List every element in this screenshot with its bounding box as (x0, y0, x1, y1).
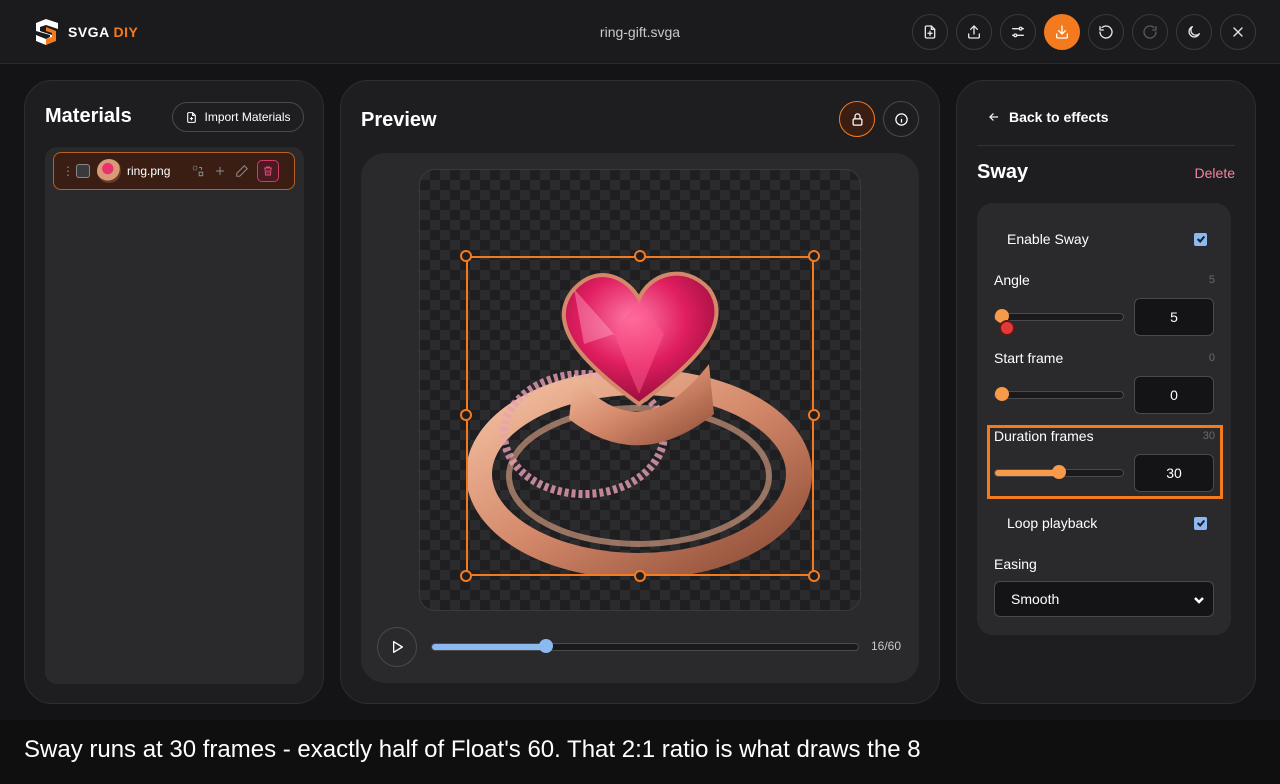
upload-button[interactable] (956, 14, 992, 50)
angle-label: Angle (994, 272, 1030, 288)
play-icon (393, 641, 403, 653)
start-frame-slider-knob[interactable] (995, 387, 1009, 401)
timeline-slider[interactable] (431, 639, 859, 653)
materials-title: Materials (45, 105, 132, 127)
upload-icon (968, 25, 980, 39)
theme-toggle-button[interactable] (1176, 14, 1212, 50)
easing-selected-value: Smooth (1011, 591, 1060, 607)
materials-panel: Materials Import Materials ⋮⋮ ring.png (24, 80, 324, 704)
trash-icon (264, 166, 272, 176)
info-button[interactable] (883, 101, 919, 137)
download-icon (1056, 25, 1068, 39)
timeline-knob[interactable] (539, 639, 554, 653)
import-materials-button[interactable]: Import Materials (172, 102, 304, 132)
angle-input[interactable]: 5 (1134, 298, 1214, 336)
material-thumbnail (97, 159, 121, 183)
add-icon[interactable] (213, 164, 227, 178)
back-to-effects-link[interactable]: Back to effects (987, 109, 1109, 125)
resize-handle[interactable] (634, 570, 646, 582)
settings-button[interactable] (1000, 14, 1036, 50)
top-bar: SVGA DIY ring-gift.svga (0, 0, 1280, 64)
duration-frames-input[interactable]: 30 (1134, 454, 1214, 492)
divider (977, 145, 1235, 146)
resize-handle[interactable] (808, 570, 820, 582)
start-frame-value: 0 (1208, 352, 1215, 364)
loop-playback-row[interactable]: Loop playback (1007, 515, 1207, 531)
replace-icon[interactable] (191, 164, 205, 178)
list-item[interactable]: ⋮⋮ ring.png (53, 152, 295, 190)
easing-select[interactable]: Smooth (994, 581, 1214, 617)
loop-playback-checkbox[interactable] (1194, 516, 1207, 530)
check-icon (1196, 519, 1205, 528)
effects-panel: Back to effects Sway Delete Enable Sway … (956, 80, 1256, 704)
redo-button[interactable] (1132, 14, 1168, 50)
lock-icon (852, 112, 862, 126)
import-materials-label: Import Materials (204, 110, 291, 124)
enable-sway-checkbox[interactable] (1194, 232, 1207, 246)
info-icon (894, 112, 908, 126)
easing-label: Easing (994, 556, 1037, 572)
resize-handle[interactable] (808, 250, 820, 262)
resize-handle[interactable] (460, 250, 472, 262)
duration-slider-fill (995, 470, 1059, 476)
check-icon (1196, 235, 1205, 244)
undo-button[interactable] (1088, 14, 1124, 50)
preview-canvas[interactable] (419, 169, 861, 611)
frame-counter: 16/60 (871, 639, 902, 653)
duration-slider-knob[interactable] (1051, 465, 1066, 479)
resize-handle[interactable] (634, 250, 646, 262)
angle-slider[interactable] (994, 309, 1124, 323)
chevron-down-icon (1194, 597, 1204, 604)
loop-playback-label: Loop playback (1007, 515, 1098, 531)
caption-bar: Sway runs at 30 frames - exactly half of… (0, 720, 1280, 784)
duration-frames-label: Duration frames (994, 428, 1094, 444)
arrow-left-icon (989, 113, 999, 121)
settings-sliders-icon (1012, 26, 1024, 38)
timeline-progress (432, 644, 547, 650)
lock-button[interactable] (839, 101, 875, 137)
resize-handle[interactable] (460, 409, 472, 421)
mouse-cursor (999, 320, 1015, 336)
redo-icon (1143, 25, 1157, 39)
new-file-button[interactable] (912, 14, 948, 50)
effect-title: Sway (977, 161, 1029, 183)
download-button[interactable] (1044, 14, 1080, 50)
preview-panel: Preview 16/60 (340, 80, 940, 704)
preview-stage: 16/60 (361, 153, 919, 683)
start-frame-slider[interactable] (994, 387, 1124, 401)
duration-frames-value: 30 (1202, 430, 1215, 442)
resize-handle[interactable] (808, 409, 820, 421)
resize-handle[interactable] (460, 570, 472, 582)
close-icon (1233, 27, 1243, 37)
enable-sway-row[interactable]: Enable Sway (1007, 231, 1207, 247)
duration-frames-slider[interactable] (994, 465, 1124, 479)
material-name: ring.png (127, 164, 171, 178)
edit-icon[interactable] (235, 164, 249, 178)
enable-sway-label: Enable Sway (1007, 231, 1089, 247)
start-frame-label: Start frame (994, 350, 1064, 366)
delete-effect-button[interactable]: Delete (1195, 165, 1235, 181)
start-frame-input[interactable]: 0 (1134, 376, 1214, 414)
effect-settings-card: Enable Sway Angle 5 5 Start frame 0 0 Du… (977, 203, 1231, 635)
drag-handle-icon[interactable]: ⋮⋮ (62, 165, 85, 177)
materials-list: ⋮⋮ ring.png (45, 147, 304, 684)
new-file-icon (924, 25, 936, 39)
play-button[interactable] (377, 627, 417, 667)
caption-text: Sway runs at 30 frames - exactly half of… (24, 736, 921, 763)
angle-value: 5 (1208, 274, 1215, 286)
moon-icon (1188, 26, 1200, 38)
back-label: Back to effects (1009, 109, 1109, 125)
delete-material-button[interactable] (257, 160, 279, 182)
import-file-icon (187, 111, 197, 123)
selection-box[interactable] (466, 256, 814, 576)
undo-icon (1099, 25, 1113, 39)
close-button[interactable] (1220, 14, 1256, 50)
material-checkbox[interactable] (76, 164, 90, 178)
preview-title: Preview (361, 109, 437, 131)
